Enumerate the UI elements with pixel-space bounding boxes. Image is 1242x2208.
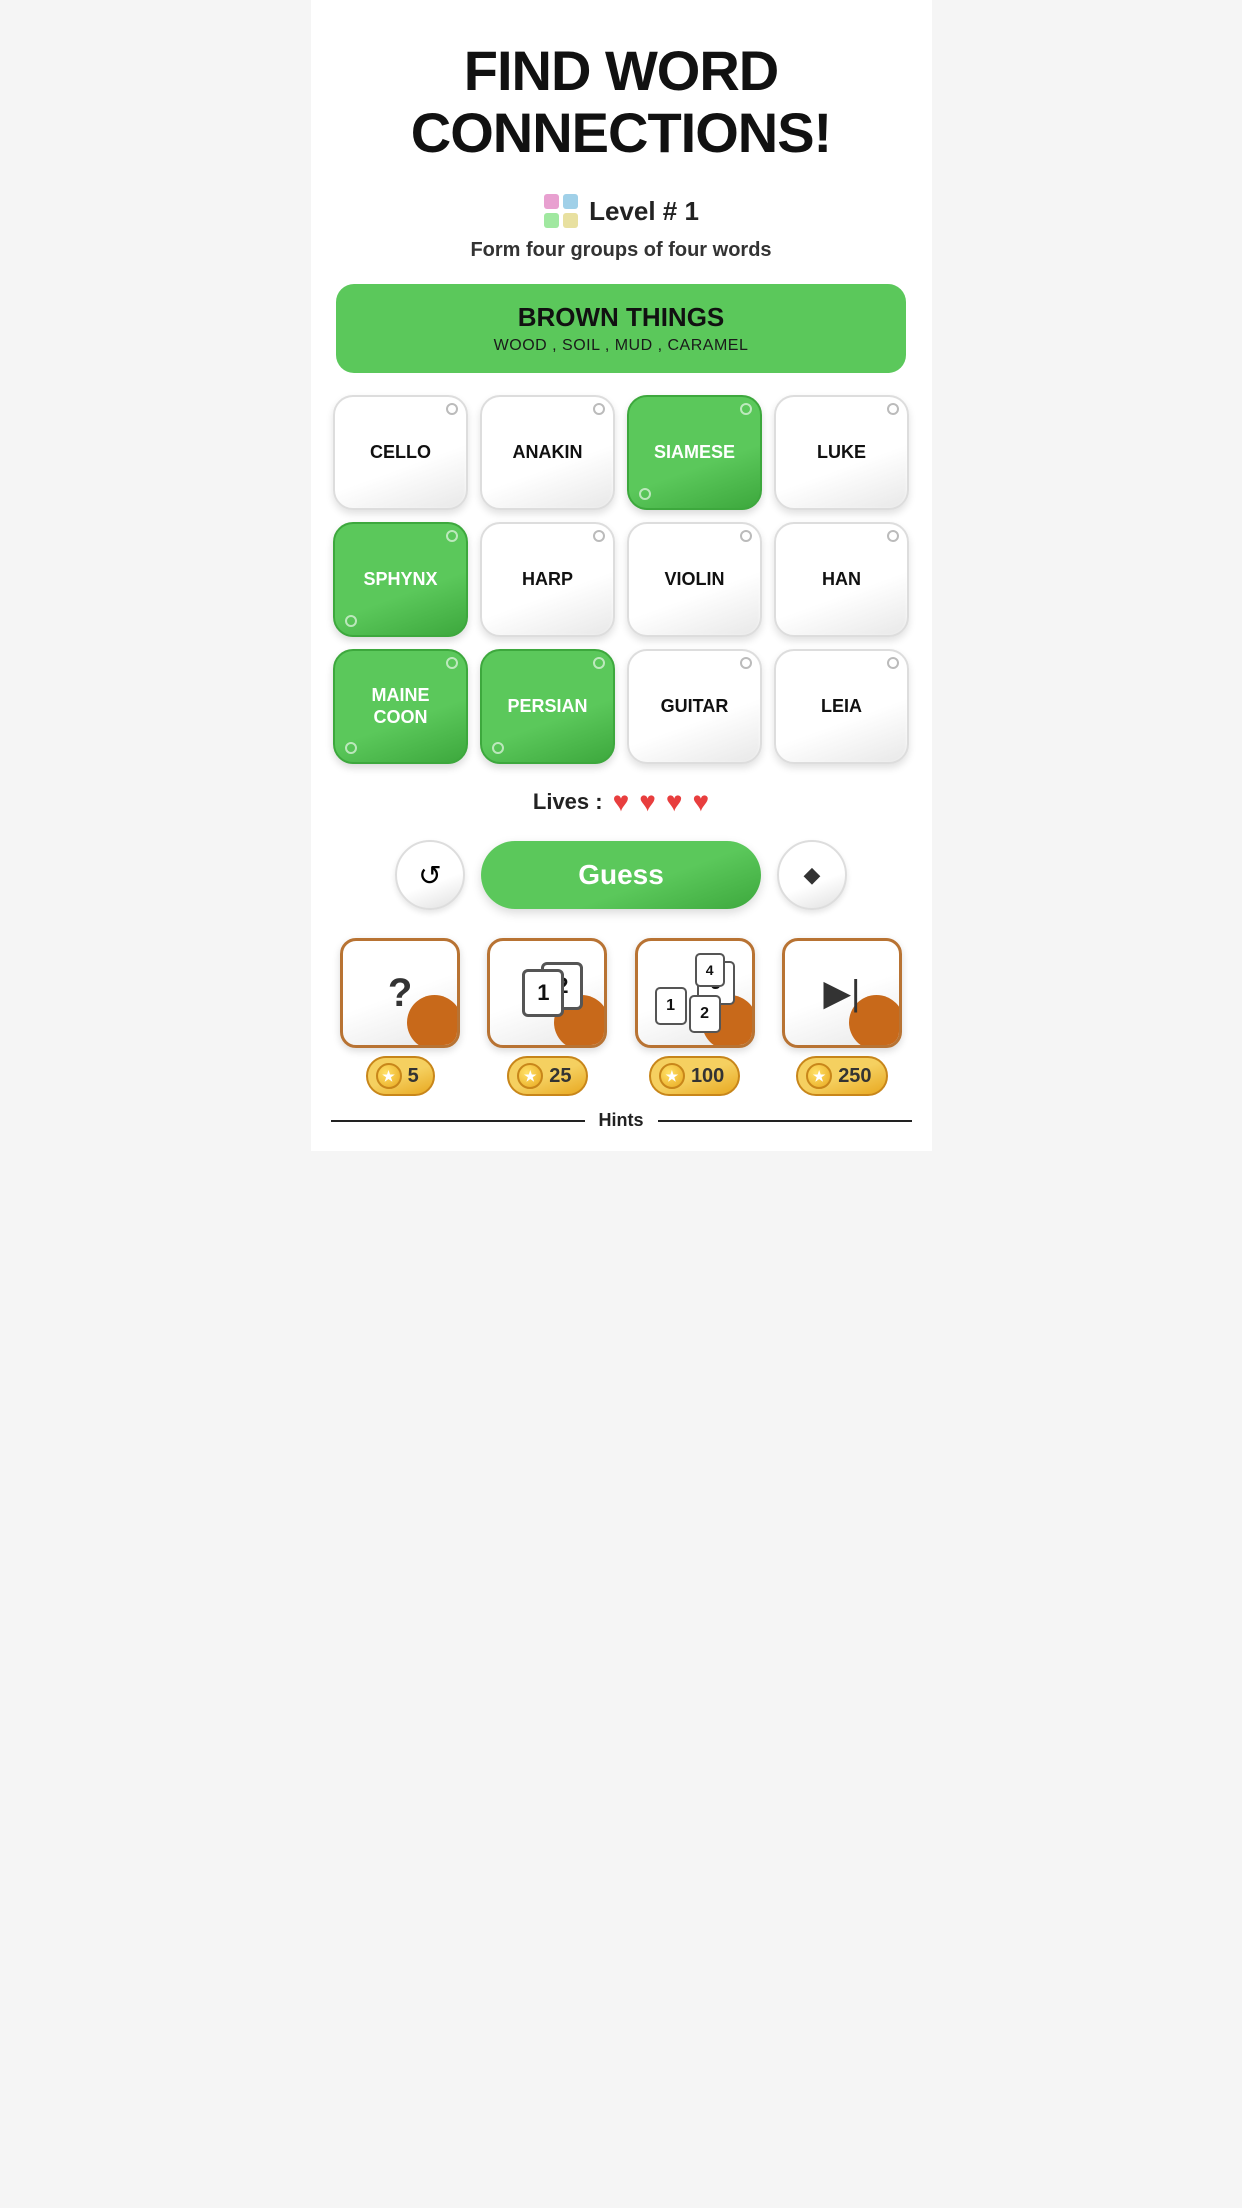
tile-harp[interactable]: HARP bbox=[480, 522, 615, 637]
heart-4: ♥ bbox=[692, 786, 709, 818]
tile-siamese[interactable]: SIAMESE bbox=[627, 395, 762, 510]
tile-anakin[interactable]: ANAKIN bbox=[480, 395, 615, 510]
subtitle: Form four groups of four words bbox=[470, 239, 771, 262]
tile-persian[interactable]: PERSIAN bbox=[480, 649, 615, 764]
coin-icon-3: ★ bbox=[659, 1063, 685, 1089]
question-mark-icon: ? bbox=[388, 971, 412, 1016]
tile-han[interactable]: HAN bbox=[774, 522, 909, 637]
lives-row: Lives : ♥ ♥ ♥ ♥ bbox=[533, 786, 709, 818]
coin-badge-2: ★ 25 bbox=[507, 1056, 587, 1096]
tile-violin[interactable]: VIOLIN bbox=[627, 522, 762, 637]
tile-sphynx[interactable]: SPHYNX bbox=[333, 522, 468, 637]
level-text: Level # 1 bbox=[589, 196, 699, 227]
number123-icon: 3 4 1 2 bbox=[655, 961, 735, 1025]
hint-2-cost: 25 bbox=[549, 1065, 571, 1088]
heart-3: ♥ bbox=[666, 786, 683, 818]
hint-4-cost: 250 bbox=[838, 1065, 871, 1088]
heart-2: ♥ bbox=[639, 786, 656, 818]
heart-1: ♥ bbox=[613, 786, 630, 818]
hint-card-play[interactable]: ▶| bbox=[782, 938, 902, 1048]
solved-group-card: BROWN THINGS WOOD , SOIL , MUD , CARAMEL bbox=[336, 284, 906, 373]
coin-badge-1: ★ 5 bbox=[366, 1056, 435, 1096]
tile-luke[interactable]: LUKE bbox=[774, 395, 909, 510]
hint-card-question[interactable]: ? bbox=[340, 938, 460, 1048]
hints-section: ? ★ 5 bbox=[311, 938, 932, 1131]
page-title: FIND WORD CONNECTIONS! bbox=[411, 40, 831, 163]
hint-cost-4: ★ 250 bbox=[796, 1056, 887, 1096]
play-icon: ▶| bbox=[823, 972, 860, 1014]
erase-button[interactable]: ◆ bbox=[777, 840, 847, 910]
solved-group-title: BROWN THINGS bbox=[366, 302, 876, 333]
solved-group-words: WOOD , SOIL , MUD , CARAMEL bbox=[366, 337, 876, 355]
hint-cost-3: ★ 100 bbox=[649, 1056, 740, 1096]
hint-card-123[interactable]: 3 4 1 2 bbox=[635, 938, 755, 1048]
app-container: FIND WORD CONNECTIONS! Level # 1 Form fo… bbox=[311, 0, 932, 1151]
level-row: Level # 1 bbox=[543, 193, 699, 229]
hint-cost-2: ★ 25 bbox=[507, 1056, 587, 1096]
coin-badge-3: ★ 100 bbox=[649, 1056, 740, 1096]
lives-label: Lives : bbox=[533, 789, 603, 815]
hint-item-2: 2 1 ★ 25 bbox=[478, 938, 617, 1096]
shuffle-icon: ↺ bbox=[418, 859, 441, 892]
hint-item-1: ? ★ 5 bbox=[331, 938, 470, 1096]
hint-item-4: ▶| ★ 250 bbox=[772, 938, 911, 1096]
guess-button[interactable]: Guess bbox=[481, 841, 761, 909]
tile-guitar[interactable]: GUITAR bbox=[627, 649, 762, 764]
tile-cello[interactable]: CELLO bbox=[333, 395, 468, 510]
hints-label: Hints bbox=[585, 1110, 658, 1131]
controls-row: ↺ Guess ◆ bbox=[395, 840, 847, 910]
hint-cost-1: ★ 5 bbox=[366, 1056, 435, 1096]
coin-icon-4: ★ bbox=[806, 1063, 832, 1089]
coin-badge-4: ★ 250 bbox=[796, 1056, 887, 1096]
hint-3-cost: 100 bbox=[691, 1065, 724, 1088]
hint-1-cost: 5 bbox=[408, 1065, 419, 1088]
tile-leia[interactable]: LEIA bbox=[774, 649, 909, 764]
hints-grid: ? ★ 5 bbox=[331, 938, 912, 1096]
coin-icon-2: ★ bbox=[517, 1063, 543, 1089]
erase-icon: ◆ bbox=[804, 862, 821, 888]
coin-icon-1: ★ bbox=[376, 1063, 402, 1089]
number12-icon: 2 1 bbox=[511, 966, 583, 1020]
word-grid: CELLO ANAKIN SIAMESE LUKE SPHYNX HARP VI… bbox=[333, 395, 909, 764]
hints-line-right bbox=[658, 1120, 912, 1122]
hint-item-3: 3 4 1 2 bbox=[625, 938, 764, 1096]
hints-line-left bbox=[331, 1120, 585, 1122]
shuffle-button[interactable]: ↺ bbox=[395, 840, 465, 910]
hints-label-row: Hints bbox=[331, 1110, 912, 1131]
tile-maine-coon[interactable]: MAINECOON bbox=[333, 649, 468, 764]
grid-icon bbox=[543, 193, 579, 229]
hint-card-12[interactable]: 2 1 bbox=[487, 938, 607, 1048]
